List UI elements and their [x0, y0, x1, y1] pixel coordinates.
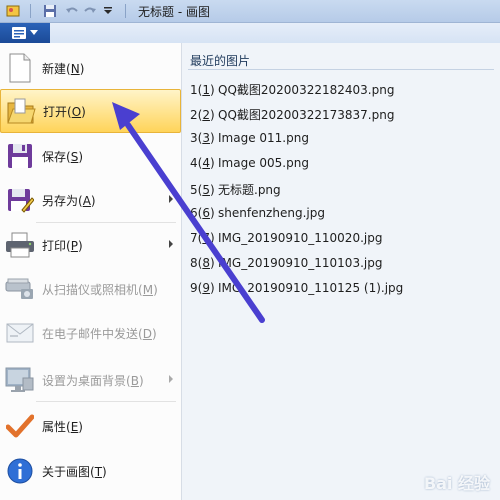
toolbar-separator [125, 4, 126, 18]
open-folder-icon [5, 95, 37, 127]
info-icon [4, 455, 36, 487]
recent-file-item[interactable]: 8(8) IMG_20190910_110103.jpg [190, 256, 382, 270]
menu-item-from-scanner[interactable]: 从扫描仪或照相机(M) [0, 267, 181, 311]
watermark: Bai 经验 [423, 474, 490, 493]
title-bar: 无标题 - 画图 [0, 0, 500, 23]
printer-icon [4, 229, 36, 261]
customize-icon[interactable] [101, 4, 115, 18]
menu-item-label: 设置为桌面背景(B) [42, 373, 144, 388]
chevron-down-icon [30, 30, 38, 35]
menu-separator [36, 401, 176, 402]
menu-item-open[interactable]: 打开(O) [0, 89, 181, 133]
save-disk-icon [4, 140, 36, 172]
save-icon[interactable] [43, 4, 57, 18]
menu-item-about-paint[interactable]: 关于画图(T) [0, 449, 181, 493]
menu-item-save-as[interactable]: 另存为(A) [0, 178, 181, 222]
recent-file-item[interactable]: 1(1) QQ截图20200322182403.png [190, 81, 394, 98]
menu-item-label: 属性(E) [42, 419, 83, 434]
recent-file-item[interactable]: 9(9) IMG_20190910_110125 (1).jpg [190, 281, 403, 295]
menu-item-print[interactable]: 打印(P) [0, 223, 181, 267]
paint-app-icon[interactable] [6, 4, 20, 18]
menu-item-label: 新建(N) [42, 61, 85, 76]
submenu-arrow-icon [169, 195, 173, 203]
menu-item-properties[interactable]: 属性(E) [0, 404, 181, 448]
menu-item-label: 另存为(A) [42, 193, 96, 208]
recent-file-item[interactable]: 4(4) Image 005.png [190, 156, 309, 170]
menu-item-label: 保存(S) [42, 149, 84, 164]
undo-icon[interactable] [65, 4, 79, 18]
desktop-background-icon [4, 364, 36, 396]
scanner-icon [4, 273, 36, 305]
submenu-arrow-icon [169, 240, 173, 248]
recent-file-item[interactable]: 6(6) shenfenzheng.jpg [190, 206, 325, 220]
menu-item-label: 打开(O) [43, 104, 86, 119]
menu-item-label: 在电子邮件中发送(D) [42, 326, 157, 341]
menu-item-label: 关于画图(T) [42, 464, 107, 479]
menu-icon [12, 27, 26, 39]
recent-file-item[interactable]: 7(7) IMG_20190910_110020.jpg [190, 231, 382, 245]
new-file-icon [4, 52, 36, 84]
paint-menu-button[interactable] [0, 23, 50, 43]
email-icon [4, 317, 36, 349]
submenu-arrow-icon [169, 375, 173, 383]
menu-item-new[interactable]: 新建(N) [0, 46, 181, 90]
toolbar-separator [30, 4, 31, 18]
save-as-icon [4, 184, 36, 216]
recent-file-item[interactable]: 5(5) 无标题.png [190, 181, 281, 198]
menu-item-label: 从扫描仪或照相机(M) [42, 282, 158, 297]
ribbon-tab-strip [0, 23, 500, 44]
menu-item-set-desktop-background[interactable]: 设置为桌面背景(B) [0, 358, 181, 402]
recent-pictures-panel: 最近的图片 1(1) QQ截图20200322182403.png 2(2) QQ截… [182, 43, 500, 500]
redo-icon[interactable] [83, 4, 97, 18]
menu-item-label: 打印(P) [42, 238, 83, 253]
application-menu: 新建(N) 打开(O) 保存(S) 另存为(A) 打印(P) 从扫描仪或照相机(… [0, 43, 182, 500]
window-title: 无标题 - 画图 [138, 4, 210, 19]
recent-file-item[interactable]: 3(3) Image 011.png [190, 131, 309, 145]
menu-item-send-email[interactable]: 在电子邮件中发送(D) [0, 311, 181, 355]
checkmark-icon [4, 410, 36, 442]
menu-item-save[interactable]: 保存(S) [0, 134, 181, 178]
recent-pictures-title: 最近的图片 [190, 54, 251, 68]
recent-title-divider [188, 69, 494, 70]
recent-file-item[interactable]: 2(2) QQ截图20200322173837.png [190, 106, 394, 123]
